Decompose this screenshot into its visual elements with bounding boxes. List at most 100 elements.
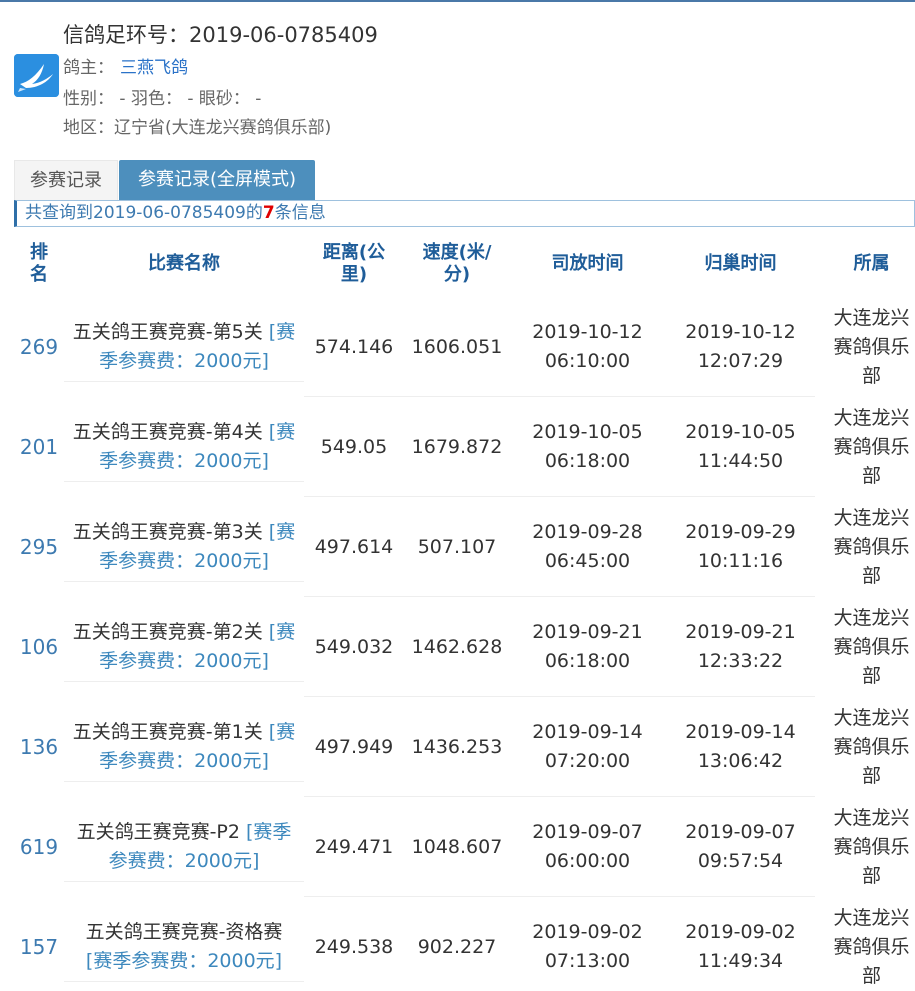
- club-name: 大连龙兴赛鸽俱乐部: [833, 906, 910, 987]
- club-name: 大连龙兴赛鸽俱乐部: [833, 706, 910, 787]
- rank-value: 269: [19, 334, 59, 359]
- return-time: 11:49:34: [697, 950, 784, 972]
- speed-cell: 1048.607: [404, 797, 510, 897]
- col-speed[interactable]: 速度(米/分): [404, 232, 510, 296]
- col-club-label: 所属: [853, 253, 890, 274]
- col-return-time[interactable]: 归巢时间: [663, 232, 818, 296]
- release-cell: 2019-09-02 07:13:00: [510, 897, 665, 991]
- club-cell: 大连龙兴赛鸽俱乐部: [820, 897, 915, 991]
- club-name: 大连龙兴赛鸽俱乐部: [833, 506, 910, 587]
- rank-value: 201: [19, 434, 59, 459]
- rank-value: 619: [19, 834, 59, 859]
- release-time: 07:20:00: [544, 750, 631, 772]
- return-time: 10:11:16: [697, 550, 784, 572]
- release-cell: 2019-09-28 06:45:00: [510, 497, 665, 597]
- release-time: 07:13:00: [544, 950, 631, 972]
- release-date: 2019-09-07: [532, 821, 643, 843]
- col-release-time[interactable]: 司放时间: [510, 232, 665, 296]
- release-date: 2019-09-21: [532, 621, 643, 643]
- release-cell: 2019-09-21 06:18:00: [510, 597, 665, 697]
- release-time: 06:45:00: [544, 550, 631, 572]
- distance-cell: 497.614: [304, 497, 404, 597]
- return-cell: 2019-09-29 10:11:16: [663, 497, 818, 597]
- race-name: 五关鸽王赛竞赛-第3关: [72, 521, 263, 543]
- return-date: 2019-09-14: [685, 721, 796, 743]
- rank-cell: 295: [14, 497, 64, 597]
- distance-value: 249.471: [314, 835, 394, 858]
- release-time: 06:10:00: [544, 350, 631, 372]
- distance-value: 574.146: [314, 335, 394, 358]
- row-divider: [64, 581, 304, 582]
- table-row: 136 五关鸽王赛竞赛-第1关 [赛季参赛费：2000元] 497.949 1436.…: [0, 697, 915, 797]
- release-time: 06:18:00: [544, 450, 631, 472]
- table-row: 157 五关鸽王赛竞赛-资格赛 [赛季参赛费：2000元] 249.538 902.2…: [0, 897, 915, 991]
- attributes-line: 性别： - 羽色： - 眼砂： -: [63, 89, 262, 109]
- region-line: 地区：辽宁省(大连龙兴赛鸽俱乐部): [63, 113, 331, 138]
- return-time: 12:07:29: [697, 350, 784, 372]
- col-release-label: 司放时间: [551, 253, 624, 274]
- owner-link[interactable]: 三燕飞鸽: [120, 58, 188, 78]
- table-row: 106 五关鸽王赛竞赛-第2关 [赛季参赛费：2000元] 549.032 1462.…: [0, 597, 915, 697]
- owner-label: 鸽主：: [63, 58, 114, 78]
- summary-suffix: 条信息: [274, 203, 326, 223]
- speed-cell: 1462.628: [404, 597, 510, 697]
- release-date: 2019-10-05: [532, 421, 643, 443]
- speed-cell: 1679.872: [404, 397, 510, 497]
- table-row: 201 五关鸽王赛竞赛-第4关 [赛季参赛费：2000元] 549.05 1679.8…: [0, 397, 915, 497]
- return-date: 2019-10-12: [685, 321, 796, 343]
- speed-cell: 902.227: [404, 897, 510, 991]
- rank-cell: 619: [14, 797, 64, 897]
- tab-race-records[interactable]: 参赛记录: [14, 160, 118, 200]
- race-name: 五关鸽王赛竞赛-第1关: [72, 721, 263, 743]
- row-divider: [64, 881, 304, 882]
- return-date: 2019-09-21: [685, 621, 796, 643]
- ring-number-title: 信鸽足环号：2019-06-0785409: [63, 19, 378, 49]
- return-cell: 2019-09-21 12:33:22: [663, 597, 818, 697]
- release-date: 2019-10-12: [532, 321, 643, 343]
- row-divider: [64, 981, 304, 982]
- rank-cell: 136: [14, 697, 64, 797]
- return-cell: 2019-09-07 09:57:54: [663, 797, 818, 897]
- club-cell: 大连龙兴赛鸽俱乐部: [820, 497, 915, 597]
- distance-cell: 249.538: [304, 897, 404, 991]
- release-cell: 2019-09-14 07:20:00: [510, 697, 665, 797]
- distance-cell: 574.146: [304, 297, 404, 397]
- race-cell: 五关鸽王赛竞赛-第2关 [赛季参赛费：2000元]: [64, 597, 304, 697]
- race-cell: 五关鸽王赛竞赛-第3关 [赛季参赛费：2000元]: [64, 497, 304, 597]
- col-speed-label: 速度(米/分): [422, 242, 492, 285]
- tab-race-records-fullscreen[interactable]: 参赛记录(全屏模式): [119, 160, 315, 200]
- speed-value: 1679.872: [411, 435, 503, 458]
- col-distance[interactable]: 距离(公里): [304, 232, 404, 296]
- rank-value: 157: [19, 934, 59, 959]
- distance-value: 497.614: [314, 535, 394, 558]
- speed-value: 1606.051: [411, 335, 503, 358]
- table-row: 619 五关鸽王赛竞赛-P2 [赛季参赛费：2000元] 249.471 1048.6…: [0, 797, 915, 897]
- release-date: 2019-09-14: [532, 721, 643, 743]
- col-club[interactable]: 所属: [820, 232, 915, 296]
- club-cell: 大连龙兴赛鸽俱乐部: [820, 297, 915, 397]
- return-date: 2019-09-29: [685, 521, 796, 543]
- distance-cell: 549.032: [304, 597, 404, 697]
- race-cell: 五关鸽王赛竞赛-第4关 [赛季参赛费：2000元]: [64, 397, 304, 497]
- region-value: 辽宁省(大连龙兴赛鸽俱乐部): [114, 118, 332, 138]
- speed-cell: 507.107: [404, 497, 510, 597]
- summary-prefix: 共查询到2019-06-0785409的: [25, 203, 263, 223]
- return-cell: 2019-10-05 11:44:50: [663, 397, 818, 497]
- table-header: 排名 比赛名称 距离(公里) 速度(米/分) 司放时间 归巢时间 所属: [0, 232, 915, 296]
- club-cell: 大连龙兴赛鸽俱乐部: [820, 397, 915, 497]
- summary-count: 7: [262, 203, 275, 223]
- speed-value: 507.107: [417, 535, 497, 558]
- return-time: 11:44:50: [697, 450, 784, 472]
- col-race-name[interactable]: 比赛名称: [64, 232, 304, 296]
- club-cell: 大连龙兴赛鸽俱乐部: [820, 597, 915, 697]
- release-cell: 2019-09-07 06:00:00: [510, 797, 665, 897]
- release-cell: 2019-10-12 06:10:00: [510, 297, 665, 397]
- speed-value: 1462.628: [411, 635, 503, 658]
- rank-cell: 269: [14, 297, 64, 397]
- col-rank[interactable]: 排名: [14, 232, 64, 296]
- speed-cell: 1436.253: [404, 697, 510, 797]
- race-name: 五关鸽王赛竞赛-资格赛: [85, 921, 283, 943]
- release-date: 2019-09-28: [532, 521, 643, 543]
- col-race-name-label: 比赛名称: [148, 253, 220, 274]
- distance-value: 497.949: [314, 735, 394, 758]
